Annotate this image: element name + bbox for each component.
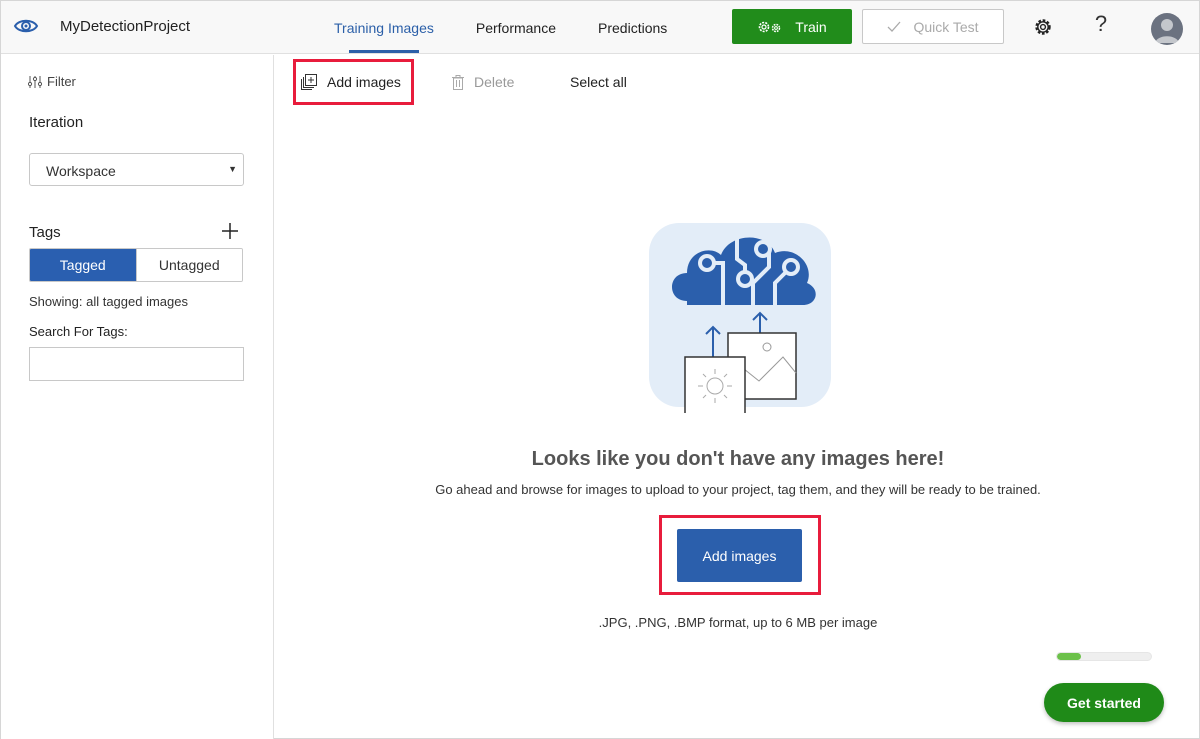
main-tabs: Training Images Performance Predictions [334,1,709,54]
train-button[interactable]: Train [732,9,852,44]
dropdown-arrow-icon: ▼ [228,164,237,174]
tab-training-images[interactable]: Training Images [334,1,434,54]
top-bar: MyDetectionProject Training Images Perfo… [1,1,1199,54]
filter-button[interactable]: Filter [28,74,76,89]
sidebar: Filter Iteration Workspace ▼ Tags Tagged… [1,55,274,739]
get-started-button[interactable]: Get started [1044,683,1164,722]
train-label: Train [795,18,827,35]
project-name: MyDetectionProject [60,18,191,35]
toolbar-add-images-label: Add images [327,74,401,90]
add-tag-plus-icon[interactable] [220,221,240,241]
person-silhouette-icon [1155,19,1179,43]
help-icon[interactable]: ? [1090,11,1112,36]
quick-test-button[interactable]: Quick Test [862,9,1004,44]
gear-icon [1035,19,1051,35]
gears-icon [758,21,781,32]
tagged-toggle-option[interactable]: Tagged [30,249,136,281]
toolbar-add-images-button[interactable]: Add images [301,74,401,90]
toolbar-select-all-button[interactable]: Select all [570,74,627,90]
iteration-select[interactable]: Workspace ▼ [29,153,244,186]
add-images-button[interactable]: Add images [677,529,802,582]
quick-test-label: Quick Test [913,18,979,35]
empty-state-title: Looks like you don't have any images her… [531,448,945,470]
search-tags-input[interactable] [29,347,244,381]
search-tags-label: Search For Tags: [29,324,128,339]
toolbar-delete-button[interactable]: Delete [452,74,514,90]
showing-status: Showing: all tagged images [29,294,188,309]
eye-gear-icon[interactable] [13,15,39,37]
add-image-icon [301,74,317,90]
tab-predictions[interactable]: Predictions [598,1,667,54]
iteration-value: Workspace [46,163,116,179]
empty-state-illustration [649,223,831,413]
filter-sliders-icon [28,75,42,88]
checkmark-icon [887,21,901,32]
toolbar-delete-label: Delete [474,74,515,90]
onboarding-progress-fill [1057,653,1081,660]
image-sun-icon [684,356,746,413]
user-avatar-icon[interactable] [1151,13,1183,45]
supported-formats-note: .JPG, .PNG, .BMP format, up to 6 MB per … [598,615,878,630]
filter-label: Filter [47,74,76,89]
onboarding-progress-bar [1056,652,1152,661]
untagged-toggle-option[interactable]: Untagged [135,249,242,281]
trash-icon [452,74,464,90]
tab-performance[interactable]: Performance [476,1,556,54]
iteration-label: Iteration [29,114,84,131]
settings-button[interactable] [1032,16,1054,38]
empty-state-subtitle: Go ahead and browse for images to upload… [435,482,1041,497]
tags-label: Tags [29,224,61,241]
tag-filter-toggle: Tagged Untagged [29,248,243,282]
